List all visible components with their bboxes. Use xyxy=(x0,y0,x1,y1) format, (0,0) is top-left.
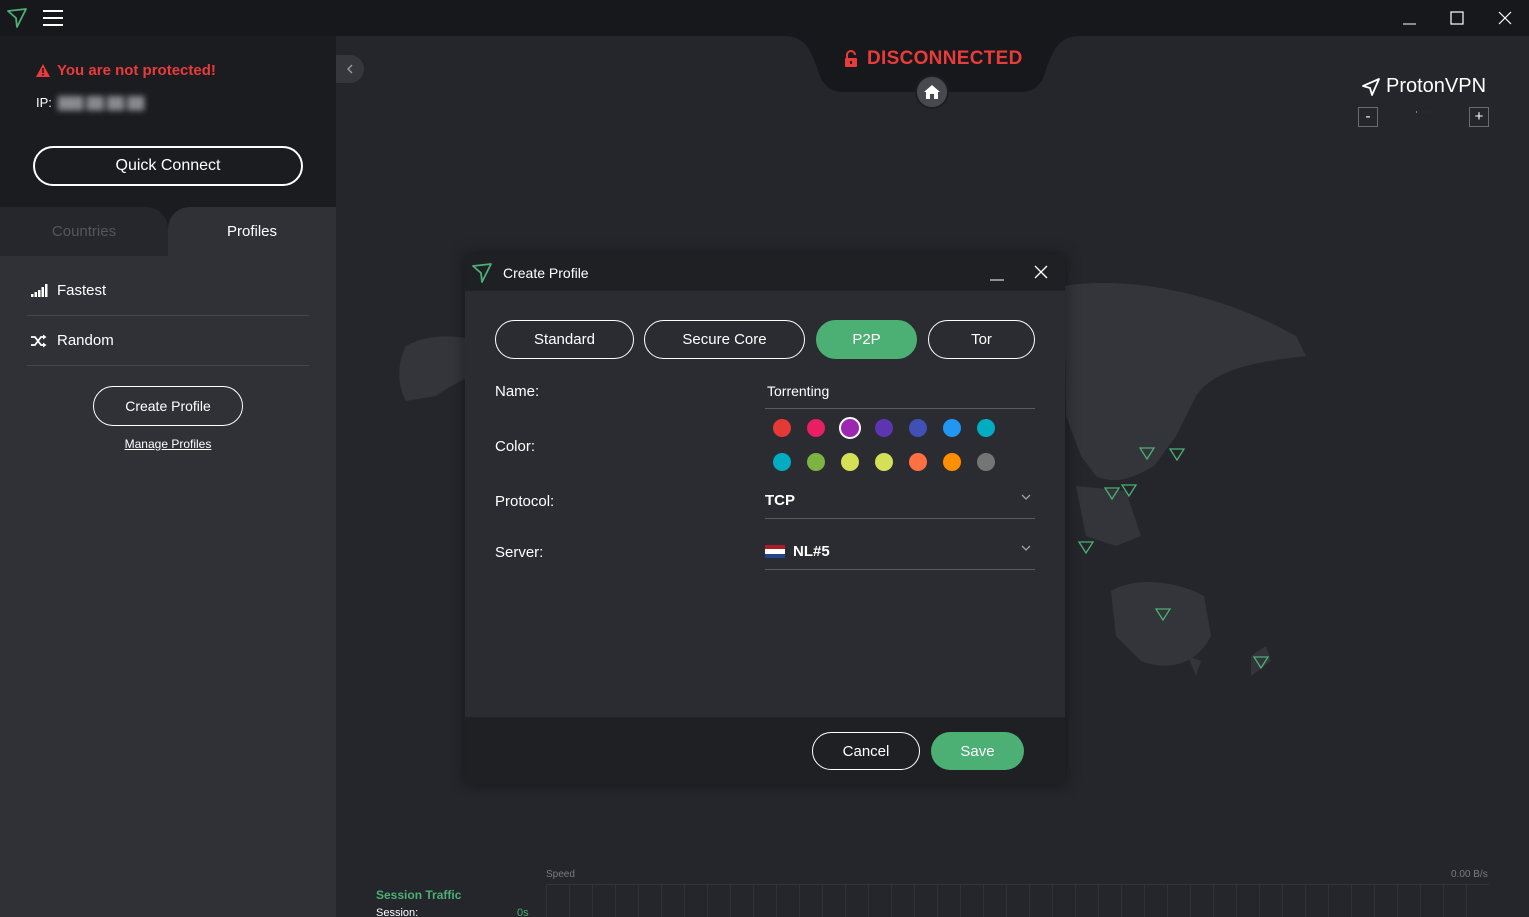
quick-connect-button[interactable]: Quick Connect xyxy=(33,146,303,186)
color-swatch[interactable] xyxy=(977,453,995,471)
color-swatch[interactable] xyxy=(943,453,961,471)
profile-type-tor[interactable]: Tor xyxy=(928,320,1035,359)
shuffle-icon xyxy=(30,332,48,350)
close-window-icon[interactable] xyxy=(1481,0,1529,36)
save-button[interactable]: Save xyxy=(931,732,1024,770)
profile-name-input[interactable] xyxy=(765,374,1035,409)
netherlands-flag-icon xyxy=(765,545,785,558)
profile-type-standard[interactable]: Standard xyxy=(495,320,634,359)
create-profile-dialog: Create Profile Standard Secure Core P2P … xyxy=(465,254,1065,784)
tab-profiles[interactable]: Profiles xyxy=(168,207,336,256)
server-value: NL#5 xyxy=(793,543,830,560)
color-swatch[interactable] xyxy=(909,453,927,471)
server-select[interactable]: NL#5 xyxy=(765,534,1035,570)
speed-label: Speed xyxy=(546,869,575,880)
color-swatch[interactable] xyxy=(839,417,861,439)
lock-open-icon xyxy=(845,50,857,67)
title-bar xyxy=(0,0,1529,36)
profile-item-label: Random xyxy=(57,332,114,349)
tab-countries[interactable]: Countries xyxy=(0,207,168,256)
color-swatch[interactable] xyxy=(909,419,927,437)
protocol-value: TCP xyxy=(765,492,795,509)
collapse-sidebar-button[interactable] xyxy=(336,55,364,83)
color-swatch[interactable] xyxy=(807,419,825,437)
ip-value: ███.██.██.██ xyxy=(57,95,145,110)
minimize-window-icon[interactable] xyxy=(1385,0,1433,36)
color-swatch[interactable] xyxy=(943,419,961,437)
color-swatch[interactable] xyxy=(841,453,859,471)
profile-item-fastest[interactable]: Fastest xyxy=(27,266,309,316)
dialog-footer: Cancel Save xyxy=(465,717,1065,784)
color-swatch[interactable] xyxy=(875,419,893,437)
ip-row: IP: ███.██.██.██ xyxy=(36,95,144,110)
profile-type-p2p[interactable]: P2P xyxy=(816,320,917,359)
protection-warning: You are not protected! xyxy=(35,62,216,79)
speed-value: 0.00 B/s xyxy=(1451,869,1488,880)
color-swatch[interactable] xyxy=(773,453,791,471)
color-swatch[interactable] xyxy=(773,419,791,437)
brand-name: ProtonVPN xyxy=(1386,75,1487,97)
home-button[interactable] xyxy=(915,75,949,109)
minimize-dialog-icon[interactable] xyxy=(985,258,1009,286)
ip-label: IP: xyxy=(36,95,52,110)
chevron-left-icon xyxy=(347,64,353,74)
color-swatch[interactable] xyxy=(807,453,825,471)
brand: ProtonVPN xyxy=(1361,75,1486,98)
protonvpn-logo-icon xyxy=(1362,77,1380,96)
manage-profiles-link[interactable]: Manage Profiles xyxy=(0,437,336,451)
connection-panel: You are not protected! IP: ███.██.██.██ … xyxy=(0,36,336,207)
zoom-slider[interactable] xyxy=(1384,111,1464,113)
protonvpn-logo-icon xyxy=(472,263,492,283)
profile-item-random[interactable]: Random xyxy=(27,316,309,366)
session-traffic-title: Session Traffic xyxy=(376,888,462,902)
signal-bars-icon xyxy=(30,282,48,300)
zoom-in-button[interactable]: + xyxy=(1469,107,1489,127)
protocol-select[interactable]: TCP xyxy=(765,483,1035,519)
warning-icon xyxy=(36,64,50,77)
profile-type-secure-core[interactable]: Secure Core xyxy=(644,320,805,359)
chevron-down-icon xyxy=(1021,545,1031,551)
status-text: DISCONNECTED xyxy=(867,48,1023,69)
home-icon xyxy=(924,85,940,99)
create-profile-button[interactable]: Create Profile xyxy=(93,386,243,426)
name-label: Name: xyxy=(495,383,540,400)
color-swatch[interactable] xyxy=(977,419,995,437)
protocol-label: Protocol: xyxy=(495,493,555,510)
warning-text: You are not protected! xyxy=(57,62,216,79)
hamburger-menu-icon[interactable] xyxy=(43,10,63,26)
maximize-window-icon[interactable] xyxy=(1433,0,1481,36)
cancel-button[interactable]: Cancel xyxy=(812,732,920,770)
server-label: Server: xyxy=(495,544,544,561)
color-swatch[interactable] xyxy=(875,453,893,471)
profile-item-label: Fastest xyxy=(57,282,107,299)
zoom-out-button[interactable]: - xyxy=(1358,107,1378,127)
session-value: 0s xyxy=(517,907,529,917)
protonvpn-logo-icon xyxy=(7,8,27,28)
color-label: Color: xyxy=(495,438,536,455)
dialog-title: Create Profile xyxy=(503,265,589,281)
session-label: Session: xyxy=(376,907,419,917)
connection-status: DISCONNECTED xyxy=(843,48,1023,70)
chevron-down-icon xyxy=(1021,494,1031,500)
sidebar: You are not protected! IP: ███.██.██.██ … xyxy=(0,36,336,917)
speed-graph xyxy=(546,884,1489,917)
close-dialog-icon[interactable] xyxy=(1030,261,1052,283)
dialog-header: Create Profile xyxy=(465,254,1065,291)
